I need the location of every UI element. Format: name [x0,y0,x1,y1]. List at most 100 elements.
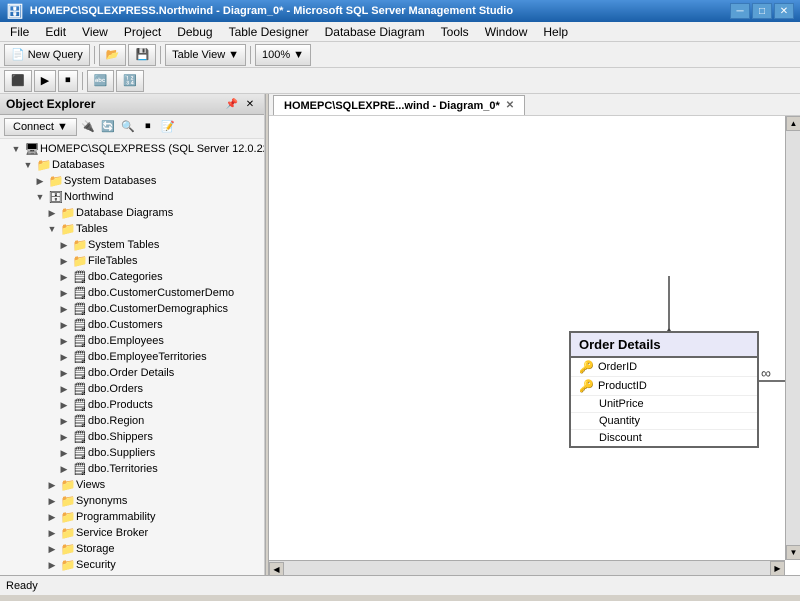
expander-icon: ▼ [44,224,60,234]
table-view-button[interactable]: Table View ▼ [165,44,246,66]
tree-item-customerdemographics[interactable]: ▶ 🗒 dbo.CustomerDemographics [0,301,264,317]
tree-item-employeeterritories[interactable]: ▶ 🗒 dbo.EmployeeTerritories [0,349,264,365]
table-label: dbo.Categories [88,271,163,283]
table-view-label: Table View [172,49,225,61]
zoom-btn[interactable]: 100% ▼ [255,44,311,66]
tree-item-security-top[interactable]: ▼ 📁 Security [0,573,264,575]
menu-item-table designer[interactable]: Table Designer [221,23,317,41]
menu-item-edit[interactable]: Edit [37,23,74,41]
menu-item-debug[interactable]: Debug [169,23,220,41]
dropdown-arrow-icon: ▼ [228,49,239,61]
tree-item-customers[interactable]: ▶ 🗒 dbo.Customers [0,317,264,333]
database-icon: 🗄 [48,190,64,204]
tb2-btn-3[interactable]: ⏹ [58,70,78,92]
oe-close-button[interactable]: ✕ [242,97,258,111]
menu-item-file[interactable]: File [2,23,37,41]
tree-item-system-tables[interactable]: ▶ 📁 System Tables [0,237,264,253]
diagram-canvas[interactable]: ∞ 🗝 🗝 Order Details 🔑 [269,116,800,575]
table-row[interactable]: 🔑 OrderID [571,358,757,377]
menu-item-tools[interactable]: Tools [433,23,477,41]
expander-icon: ▶ [44,480,60,491]
tree-item-filetables[interactable]: ▶ 📁 FileTables [0,253,264,269]
oe-scripting-btn[interactable]: 📝 [159,118,177,136]
tree-item-diagrams[interactable]: ▶ 📁 Database Diagrams [0,205,264,221]
close-button[interactable]: ✕ [774,3,794,19]
table-icon: 🗒 [72,382,88,396]
menu-item-project[interactable]: Project [116,23,169,41]
system-databases-label: System Databases [64,175,156,187]
tb2-btn-1[interactable]: ⬛ [4,70,32,92]
tree-item-region[interactable]: ▶ 🗒 dbo.Region [0,413,264,429]
tree-item-employees[interactable]: ▶ 🗒 dbo.Employees [0,333,264,349]
menu-item-help[interactable]: Help [535,23,576,41]
table-row[interactable]: Discount [571,430,757,446]
tree-item-synonyms[interactable]: ▶ 📁 Synonyms [0,493,264,509]
scroll-left-button[interactable]: ◀ [269,562,284,575]
svg-text:∞: ∞ [761,365,771,381]
menu-item-view[interactable]: View [74,23,116,41]
tree-item-servicebroker[interactable]: ▶ 📁 Service Broker [0,525,264,541]
tree-item-customercustomerdemo[interactable]: ▶ 🗒 dbo.CustomerCustomerDemo [0,285,264,301]
northwind-label: Northwind [64,191,114,203]
toolbar-btn-1[interactable]: 📂 [99,44,127,66]
vertical-scrollbar[interactable]: ▲ ▼ [785,116,800,560]
horizontal-scrollbar[interactable]: ◀ ▶ [269,560,785,575]
tree-item-databases[interactable]: ▼ 📁 Databases [0,157,264,173]
tree-item-system-databases[interactable]: ▶ 📁 System Databases [0,173,264,189]
table-row[interactable]: UnitPrice [571,396,757,413]
oe-filter-btn[interactable]: 🔍 [119,118,137,136]
table-label: dbo.Products [88,399,153,411]
table-row[interactable]: Quantity [571,413,757,430]
tree-item-storage[interactable]: ▶ 📁 Storage [0,541,264,557]
tree-item-orderdetails[interactable]: ▶ 🗒 dbo.Order Details [0,365,264,381]
field-name: ProductID [598,380,647,392]
toolbar-btn-2[interactable]: 💾 [128,44,156,66]
oe-stop-btn[interactable]: ⏹ [139,118,157,136]
scroll-up-button[interactable]: ▲ [786,116,800,131]
tree-item-territories[interactable]: ▶ 🗒 dbo.Territories [0,461,264,477]
tree-item-security-northwind[interactable]: ▶ 📁 Security [0,557,264,573]
tree-item-products[interactable]: ▶ 🗒 dbo.Products [0,397,264,413]
expander-icon: ▶ [56,432,72,443]
tb2-btn-5[interactable]: 🔢 [116,70,144,92]
tb2-btn-2[interactable]: ▶ [34,70,56,92]
expander-icon: ▶ [44,544,60,555]
tree-item-shippers[interactable]: ▶ 🗒 dbo.Shippers [0,429,264,445]
oe-refresh-btn[interactable]: 🔄 [99,118,117,136]
tb2-btn-4[interactable]: 🔤 [87,70,115,92]
diagram-tab-active[interactable]: HOMEPC\SQLEXPRE...wind - Diagram_0* ✕ [273,95,525,115]
minimize-button[interactable]: ─ [730,3,750,19]
folder-icon: 📁 [36,574,52,575]
oe-pin-button[interactable]: 📌 [224,97,240,111]
order-details-table[interactable]: Order Details 🔑 OrderID 🔑 ProductID Unit… [569,331,759,448]
new-query-button[interactable]: 📄 New Query [4,44,90,66]
connect-button[interactable]: Connect ▼ [4,118,77,136]
maximize-button[interactable]: □ [752,3,772,19]
tree-item-server[interactable]: ▼ 🖥 HOMEPC\SQLEXPRESS (SQL Server 12.0.2… [0,141,264,157]
table-label: dbo.Suppliers [88,447,155,459]
views-label: Views [76,479,105,491]
zoom-value: 100% [262,49,290,61]
scroll-down-button[interactable]: ▼ [786,545,800,560]
table-label: dbo.Region [88,415,144,427]
table-icon: 🗒 [72,430,88,444]
table-row[interactable]: 🔑 ProductID [571,377,757,396]
tree-item-northwind[interactable]: ▼ 🗄 Northwind [0,189,264,205]
folder-icon: 📁 [48,174,64,188]
menu-item-window[interactable]: Window [477,23,536,41]
diagram-tabs: HOMEPC\SQLEXPRE...wind - Diagram_0* ✕ [269,94,800,116]
tab-close-button[interactable]: ✕ [506,100,514,111]
tree-item-categories[interactable]: ▶ 🗒 dbo.Categories [0,269,264,285]
menu-item-database diagram[interactable]: Database Diagram [317,23,433,41]
system-tables-label: System Tables [88,239,159,251]
tree-item-programmability[interactable]: ▶ 📁 Programmability [0,509,264,525]
tree-item-views[interactable]: ▶ 📁 Views [0,477,264,493]
tree-item-suppliers[interactable]: ▶ 🗒 dbo.Suppliers [0,445,264,461]
tree-item-tables[interactable]: ▼ 📁 Tables [0,221,264,237]
expander-icon: ▶ [44,496,60,507]
scroll-right-button[interactable]: ▶ [770,561,785,575]
new-query-icon: 📄 [11,48,25,61]
oe-disconnect-btn[interactable]: 🔌 [79,118,97,136]
folder-icon: 📁 [72,238,88,252]
tree-item-orders[interactable]: ▶ 🗒 dbo.Orders [0,381,264,397]
